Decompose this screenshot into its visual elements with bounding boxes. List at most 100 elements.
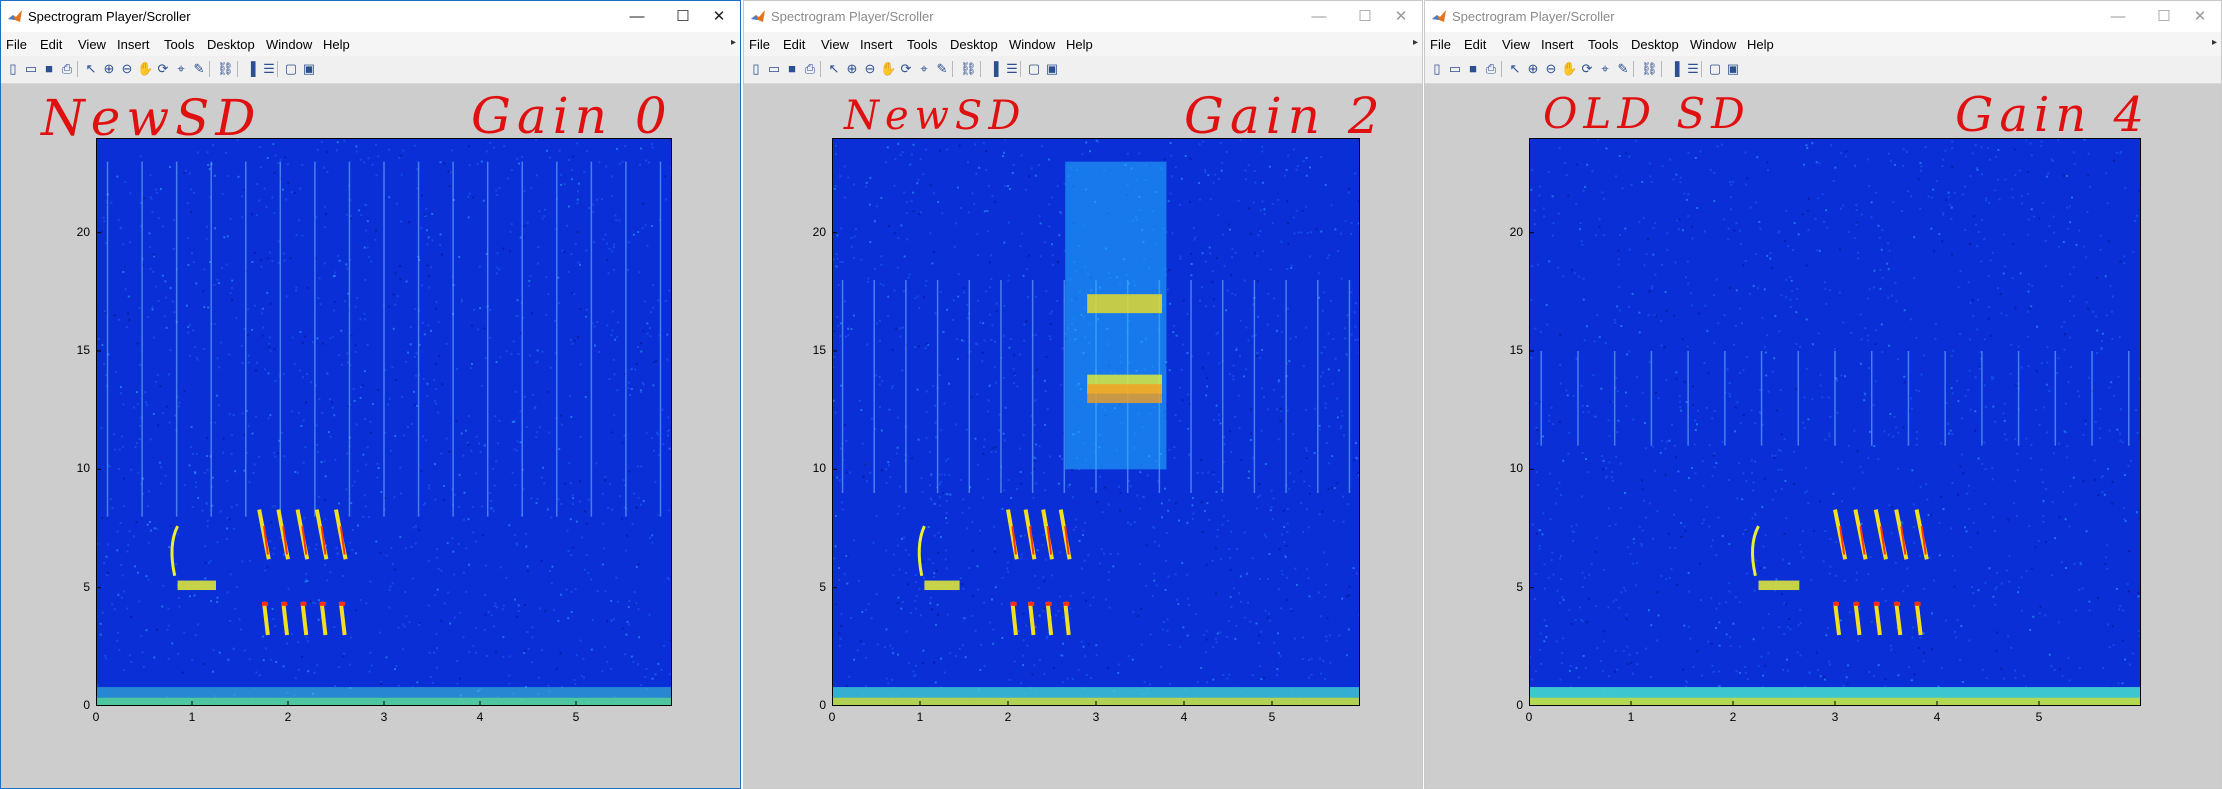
menu-insert[interactable]: Insert — [860, 37, 893, 52]
show-tools-icon[interactable]: ▣ — [1044, 61, 1060, 77]
open-folder-icon[interactable]: ▭ — [1447, 61, 1463, 77]
menu-window[interactable]: Window — [1690, 37, 1736, 52]
spectrogram-axes[interactable] — [1529, 138, 2141, 706]
menu-view[interactable]: View — [78, 37, 106, 52]
menu-desktop[interactable]: Desktop — [950, 37, 998, 52]
noise-speck — [1075, 518, 1078, 521]
brush-icon[interactable]: ✎ — [1615, 61, 1631, 77]
menu-window[interactable]: Window — [1009, 37, 1055, 52]
zoom-out-icon[interactable]: ⊖ — [1543, 61, 1559, 77]
zoom-in-icon[interactable]: ⊕ — [101, 61, 117, 77]
menu-desktop[interactable]: Desktop — [1631, 37, 1679, 52]
menu-desktop[interactable]: Desktop — [207, 37, 255, 52]
legend-icon[interactable]: ☰ — [1004, 61, 1020, 77]
rotate-icon[interactable]: ⟳ — [1579, 61, 1595, 77]
new-file-icon[interactable]: ▯ — [5, 61, 21, 77]
open-folder-icon[interactable]: ▭ — [23, 61, 39, 77]
menu-file[interactable]: File — [6, 37, 27, 52]
link-icon[interactable]: ⛓ — [960, 61, 977, 77]
hide-axes-icon[interactable]: ▢ — [1707, 61, 1723, 77]
print-icon[interactable]: ⎙ — [1483, 61, 1499, 77]
spectrogram-axes[interactable] — [96, 138, 672, 706]
minimize-button[interactable]: — — [614, 1, 660, 32]
colorbar-icon[interactable]: ▐ — [1667, 61, 1683, 77]
noise-speck — [1323, 595, 1326, 598]
hide-axes-icon[interactable]: ▢ — [1026, 61, 1042, 77]
pan-hand-icon[interactable]: ✋ — [137, 61, 153, 77]
save-icon[interactable]: ■ — [41, 61, 57, 77]
title-bar[interactable]: Spectrogram Player/Scroller — ☐ ✕ — [1425, 1, 2221, 32]
close-button[interactable]: ✕ — [2177, 1, 2221, 32]
menu-tools[interactable]: Tools — [1588, 37, 1618, 52]
open-folder-icon[interactable]: ▭ — [766, 61, 782, 77]
show-tools-icon[interactable]: ▣ — [301, 61, 317, 77]
menu-file[interactable]: File — [1430, 37, 1451, 52]
menu-help[interactable]: Help — [1066, 37, 1093, 52]
menu-view[interactable]: View — [821, 37, 849, 52]
menu-help[interactable]: Help — [323, 37, 350, 52]
figure-window-1[interactable]: Spectrogram Player/Scroller — ☐ ✕ File Edit Vi… — [0, 0, 741, 789]
menu-overflow-icon[interactable]: ▸ — [2212, 37, 2217, 48]
hide-axes-icon[interactable]: ▢ — [283, 61, 299, 77]
colorbar-icon[interactable]: ▐ — [243, 61, 259, 77]
data-cursor-icon[interactable]: ⌖ — [916, 61, 932, 77]
title-bar[interactable]: Spectrogram Player/Scroller — ☐ ✕ — [1, 1, 740, 32]
data-cursor-icon[interactable]: ⌖ — [173, 61, 189, 77]
minimize-button[interactable]: — — [1296, 1, 1342, 32]
menu-edit[interactable]: Edit — [783, 37, 805, 52]
menu-overflow-icon[interactable]: ▸ — [731, 37, 736, 48]
show-tools-icon[interactable]: ▣ — [1725, 61, 1741, 77]
rotate-icon[interactable]: ⟳ — [155, 61, 171, 77]
noise-speck — [1198, 143, 1201, 146]
pan-hand-icon[interactable]: ✋ — [1561, 61, 1577, 77]
figure-window-2[interactable]: Spectrogram Player/Scroller — ☐ ✕ File Edit Vi… — [743, 0, 1423, 789]
title-bar[interactable]: Spectrogram Player/Scroller — ☐ ✕ — [744, 1, 1422, 32]
menu-insert[interactable]: Insert — [117, 37, 150, 52]
brush-icon[interactable]: ✎ — [191, 61, 207, 77]
noise-speck — [631, 523, 634, 526]
brush-icon[interactable]: ✎ — [934, 61, 950, 77]
menu-window[interactable]: Window — [266, 37, 312, 52]
menu-insert[interactable]: Insert — [1541, 37, 1574, 52]
zoom-in-icon[interactable]: ⊕ — [1525, 61, 1541, 77]
legend-icon[interactable]: ☰ — [1685, 61, 1701, 77]
menu-view[interactable]: View — [1502, 37, 1530, 52]
colorbar-icon[interactable]: ▐ — [986, 61, 1002, 77]
zoom-out-icon[interactable]: ⊖ — [119, 61, 135, 77]
zoom-in-icon[interactable]: ⊕ — [844, 61, 860, 77]
minimize-button[interactable]: — — [2095, 1, 2141, 32]
noise-speck — [567, 550, 570, 552]
noise-speck — [338, 666, 341, 668]
data-cursor-icon[interactable]: ⌖ — [1597, 61, 1613, 77]
noise-speck — [397, 684, 400, 687]
close-button[interactable]: ✕ — [696, 1, 740, 32]
menu-tools[interactable]: Tools — [907, 37, 937, 52]
new-file-icon[interactable]: ▯ — [748, 61, 764, 77]
menu-tools[interactable]: Tools — [164, 37, 194, 52]
zoom-out-icon[interactable]: ⊖ — [862, 61, 878, 77]
menu-edit[interactable]: Edit — [1464, 37, 1486, 52]
close-button[interactable]: ✕ — [1378, 1, 1422, 32]
noise-speck — [1855, 204, 1858, 207]
new-file-icon[interactable]: ▯ — [1429, 61, 1445, 77]
menu-file[interactable]: File — [749, 37, 770, 52]
menu-help[interactable]: Help — [1747, 37, 1774, 52]
link-icon[interactable]: ⛓ — [1641, 61, 1658, 77]
save-icon[interactable]: ■ — [1465, 61, 1481, 77]
pointer-icon[interactable]: ↖ — [1507, 61, 1523, 77]
noise-speck — [183, 484, 186, 487]
pointer-icon[interactable]: ↖ — [826, 61, 842, 77]
menu-overflow-icon[interactable]: ▸ — [1413, 37, 1418, 48]
noise-speck — [285, 198, 287, 201]
print-icon[interactable]: ⎙ — [59, 61, 75, 77]
pointer-icon[interactable]: ↖ — [83, 61, 99, 77]
menu-edit[interactable]: Edit — [40, 37, 62, 52]
print-icon[interactable]: ⎙ — [802, 61, 818, 77]
spectrogram-axes[interactable] — [832, 138, 1360, 706]
save-icon[interactable]: ■ — [784, 61, 800, 77]
link-icon[interactable]: ⛓ — [217, 61, 234, 77]
rotate-icon[interactable]: ⟳ — [898, 61, 914, 77]
figure-window-3[interactable]: Spectrogram Player/Scroller — ☐ ✕ File Edit Vi… — [1424, 0, 2222, 789]
pan-hand-icon[interactable]: ✋ — [880, 61, 896, 77]
legend-icon[interactable]: ☰ — [261, 61, 277, 77]
